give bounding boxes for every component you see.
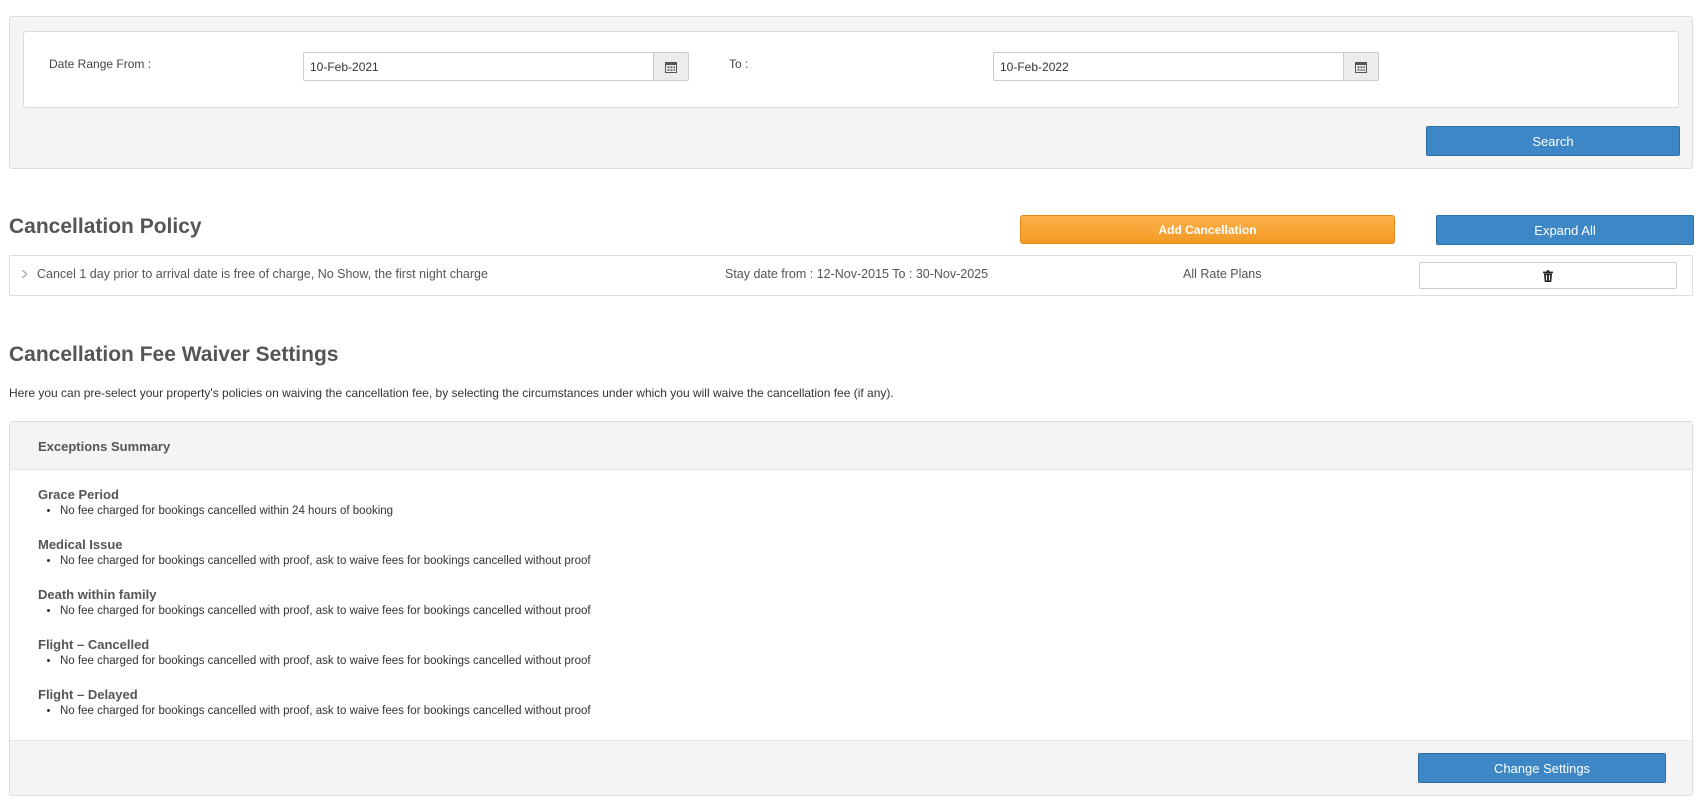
exception-title: Flight – Cancelled	[38, 637, 150, 652]
exception-title: Medical Issue	[38, 537, 123, 552]
exception-title: Grace Period	[38, 487, 119, 502]
policy-row[interactable]: Cancel 1 day prior to arrival date is fr…	[9, 255, 1693, 296]
exception-item: No fee charged for bookings cancelled wi…	[60, 604, 591, 619]
date-to-calendar-button[interactable]	[1343, 52, 1379, 81]
exception-flight-delayed: Flight – Delayed No fee charged for book…	[38, 687, 591, 719]
calendar-icon	[665, 61, 677, 73]
exception-flight-cancelled: Flight – Cancelled No fee charged for bo…	[38, 637, 591, 669]
date-to-label: To :	[729, 57, 749, 71]
exception-item: No fee charged for bookings cancelled wi…	[60, 504, 393, 519]
chevron-right-icon[interactable]	[21, 268, 28, 280]
exception-death-within-family: Death within family No fee charged for b…	[38, 587, 591, 619]
exceptions-summary-header: Exceptions Summary	[10, 422, 1692, 470]
search-panel: Date Range From : To : Search	[9, 16, 1693, 169]
exception-item: No fee charged for bookings cancelled wi…	[60, 554, 591, 569]
add-cancellation-button[interactable]: Add Cancellation	[1020, 215, 1395, 244]
date-range-form: Date Range From : To :	[23, 31, 1679, 108]
date-from-input[interactable]	[303, 52, 653, 81]
search-button[interactable]: Search	[1426, 126, 1680, 156]
policy-rate-plans: All Rate Plans	[1183, 267, 1262, 281]
exception-title: Flight – Delayed	[38, 687, 138, 702]
waiver-settings-title: Cancellation Fee Waiver Settings	[9, 343, 339, 366]
waiver-intro-text: Here you can pre-select your property's …	[9, 386, 894, 400]
calendar-icon	[1355, 61, 1367, 73]
exceptions-list: Grace Period No fee charged for bookings…	[10, 470, 1692, 740]
exception-item: No fee charged for bookings cancelled wi…	[60, 704, 591, 719]
change-settings-button[interactable]: Change Settings	[1418, 753, 1666, 783]
exception-grace-period: Grace Period No fee charged for bookings…	[38, 487, 393, 519]
exceptions-footer: Change Settings	[10, 740, 1692, 795]
exception-medical-issue: Medical Issue No fee charged for booking…	[38, 537, 591, 569]
delete-policy-button[interactable]	[1419, 262, 1677, 289]
trash-icon	[1543, 269, 1553, 282]
exception-title: Death within family	[38, 587, 157, 602]
expand-all-button[interactable]: Expand All	[1436, 215, 1694, 245]
cancellation-policy-title: Cancellation Policy	[9, 215, 202, 238]
exception-item: No fee charged for bookings cancelled wi…	[60, 654, 591, 669]
date-from-calendar-button[interactable]	[653, 52, 689, 81]
exceptions-summary-panel: Exceptions Summary Grace Period No fee c…	[9, 421, 1693, 796]
exceptions-summary-title: Exceptions Summary	[38, 439, 171, 454]
date-from-label: Date Range From :	[49, 57, 152, 71]
policy-description: Cancel 1 day prior to arrival date is fr…	[37, 267, 488, 281]
policy-stay-dates: Stay date from : 12-Nov-2015 To : 30-Nov…	[725, 267, 989, 281]
date-to-input[interactable]	[993, 52, 1343, 81]
